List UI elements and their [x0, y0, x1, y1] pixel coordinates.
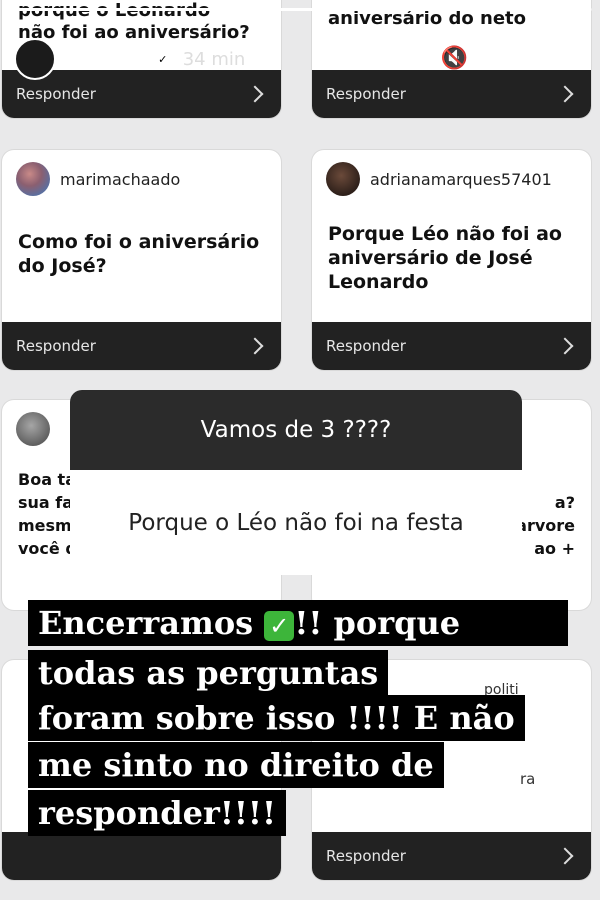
- reply-button[interactable]: Responder: [312, 70, 591, 118]
- card-header: [16, 412, 50, 446]
- story-progress-bar: [8, 8, 592, 11]
- play-icon[interactable]: ▶: [496, 46, 513, 71]
- caption-text: !! porque: [294, 604, 461, 642]
- question-text: Boa ta sua fa mesm você d: [18, 470, 77, 558]
- chevron-right-icon: [556, 337, 574, 355]
- question-card-adrianamarques: adrianamarques57401 Porque Léo não foi a…: [312, 150, 591, 370]
- verified-badge-icon: ✓: [154, 51, 171, 67]
- caption-line-1: Encerramos ✓!! porque: [28, 600, 568, 646]
- chevron-right-icon: [246, 337, 264, 355]
- reply-label: Responder: [16, 85, 96, 103]
- question-text: Porque Léo não foi ao aniversário de Jos…: [328, 223, 562, 293]
- sticker-question: Porque o Léo não foi na festa: [128, 509, 464, 536]
- card-username: adrianamarques57401: [370, 169, 552, 189]
- avatar: [16, 162, 50, 196]
- reply-button[interactable]: Responder: [312, 832, 591, 880]
- chevron-right-icon: [246, 85, 264, 103]
- question-sticker: Vamos de 3 ???? Porque o Léo não foi na …: [70, 390, 522, 575]
- avatar: [326, 162, 360, 196]
- card-header: adrianamarques57401: [326, 162, 552, 196]
- check-mark-icon: ✓: [264, 610, 295, 641]
- avatar[interactable]: [14, 38, 56, 80]
- story-controls: 🔇 ▶ •••: [441, 46, 580, 71]
- caption-line-3: foram sobre isso !!!! E não: [28, 695, 525, 741]
- avatar: [16, 412, 50, 446]
- question-card-marimachaado: marimachaado Como foi o aniversário do J…: [2, 150, 281, 370]
- reply-label: Responder: [326, 847, 406, 865]
- question-text-line: arvore: [516, 516, 575, 535]
- card-username: marimachaado: [60, 169, 181, 189]
- sticker-title: Vamos de 3 ????: [70, 390, 522, 470]
- caption-text: Encerramos: [38, 604, 265, 642]
- caption-line-2: todas as perguntas: [28, 650, 389, 696]
- question-text-line: ao +: [534, 539, 575, 558]
- story-header: poliana ✓ 34 min: [14, 38, 245, 80]
- question-text-partial: ra: [520, 770, 536, 788]
- chevron-right-icon: [556, 85, 574, 103]
- chevron-right-icon: [556, 847, 574, 865]
- reply-button[interactable]: [2, 832, 281, 880]
- mute-icon[interactable]: 🔇: [441, 46, 468, 71]
- story-username[interactable]: poliana: [68, 49, 143, 70]
- story-progress-fill: [8, 8, 575, 11]
- card-header: marimachaado: [16, 162, 180, 196]
- story-time: 34 min: [182, 48, 246, 70]
- more-icon[interactable]: •••: [541, 46, 580, 71]
- caption-line-4: me sinto no direito de: [28, 742, 444, 788]
- reply-button[interactable]: Responder: [312, 322, 591, 370]
- question-text-line: a?: [554, 493, 575, 512]
- reply-label: Responder: [16, 337, 96, 355]
- reply-button[interactable]: Responder: [2, 322, 281, 370]
- reply-label: Responder: [326, 85, 406, 103]
- question-text: aniversário do neto: [328, 8, 526, 29]
- reply-label: Responder: [326, 337, 406, 355]
- question-text: Como foi o aniversário do José?: [18, 231, 260, 277]
- caption-line-5: responder!!!!: [28, 790, 286, 836]
